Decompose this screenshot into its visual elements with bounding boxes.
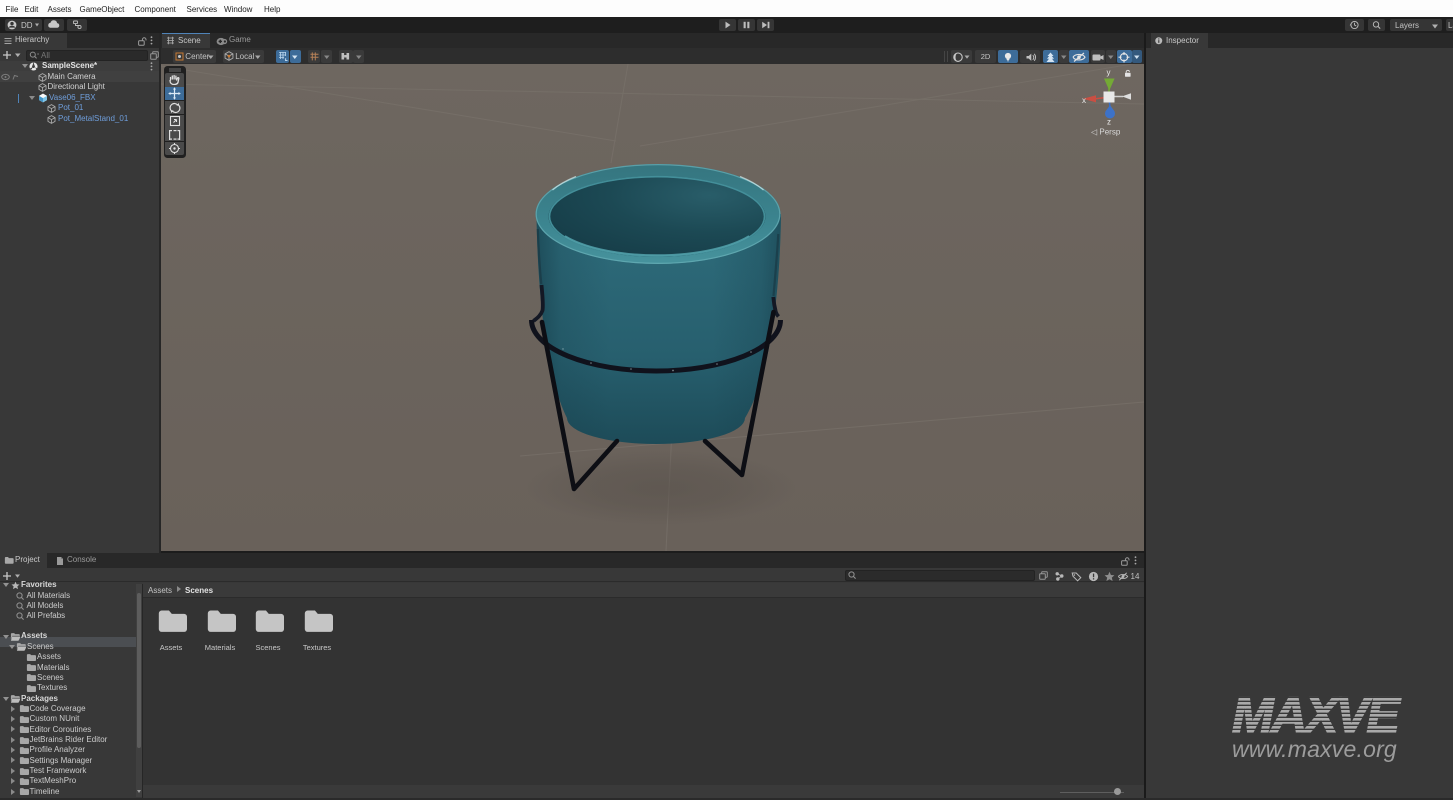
svg-text:y: y — [1107, 68, 1111, 77]
svg-text:DD: DD — [21, 21, 33, 30]
svg-text:MAXVE: MAXVE — [1232, 687, 1401, 743]
svg-text:z: z — [1107, 118, 1111, 127]
svg-text:x: x — [1082, 96, 1086, 105]
svg-text:◁ Persp: ◁ Persp — [1091, 128, 1121, 137]
